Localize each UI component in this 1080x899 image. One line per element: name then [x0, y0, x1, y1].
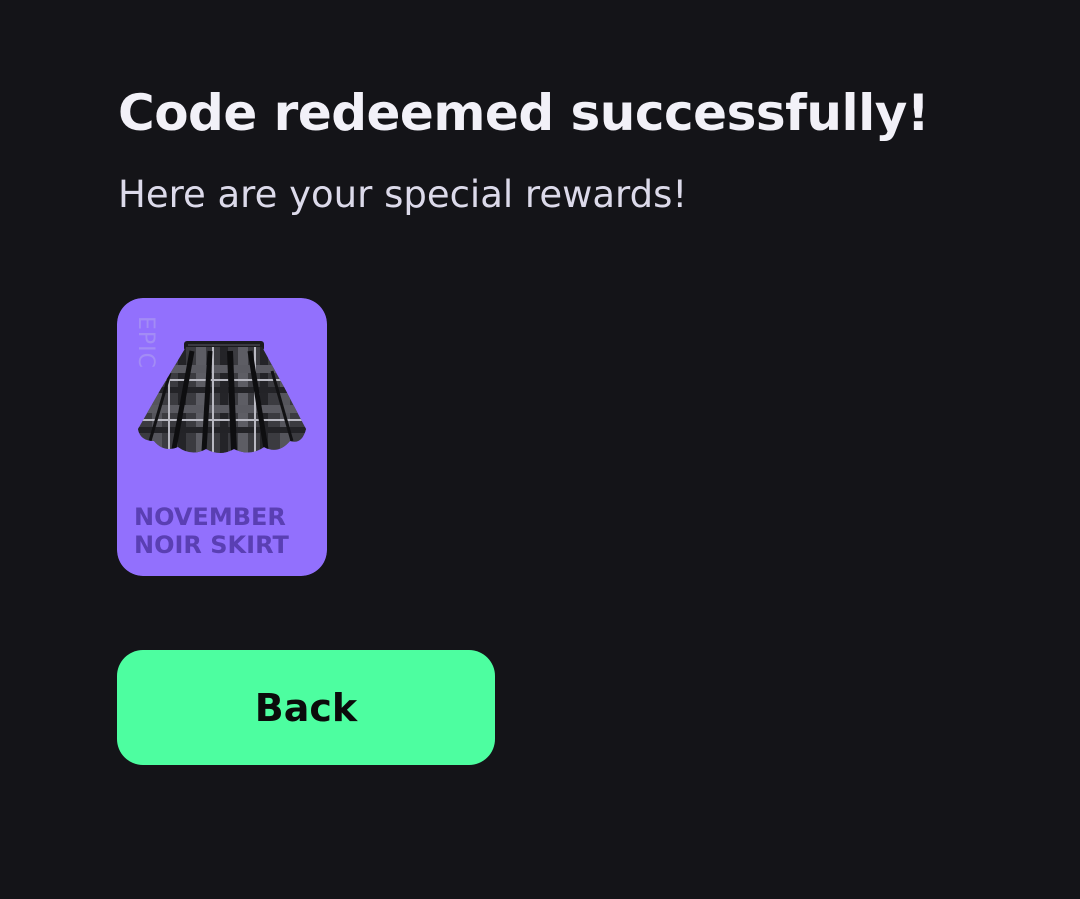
page-subtitle: Here are your special rewards!: [118, 173, 688, 216]
back-button[interactable]: Back: [117, 650, 495, 765]
redeem-success-screen: Code redeemed successfully! Here are you…: [0, 0, 1080, 899]
page-title: Code redeemed successfully!: [118, 84, 930, 142]
reward-item-name-line1: NOVEMBER: [134, 503, 286, 531]
reward-item-name-line2: NOIR SKIRT: [134, 531, 289, 559]
reward-item-name: NOVEMBER NOIR SKIRT: [134, 503, 319, 559]
plaid-skirt-icon: [138, 341, 306, 453]
